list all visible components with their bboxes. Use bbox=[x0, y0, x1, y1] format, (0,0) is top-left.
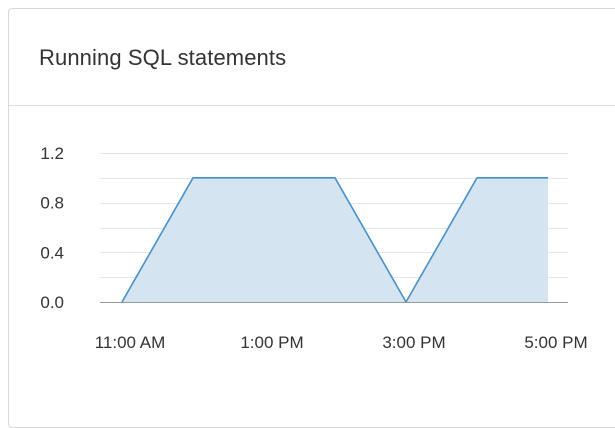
card-title: Running SQL statements bbox=[39, 45, 286, 71]
running-sql-card: Running SQL statements bbox=[8, 8, 615, 428]
card-header: Running SQL statements bbox=[9, 9, 615, 106]
